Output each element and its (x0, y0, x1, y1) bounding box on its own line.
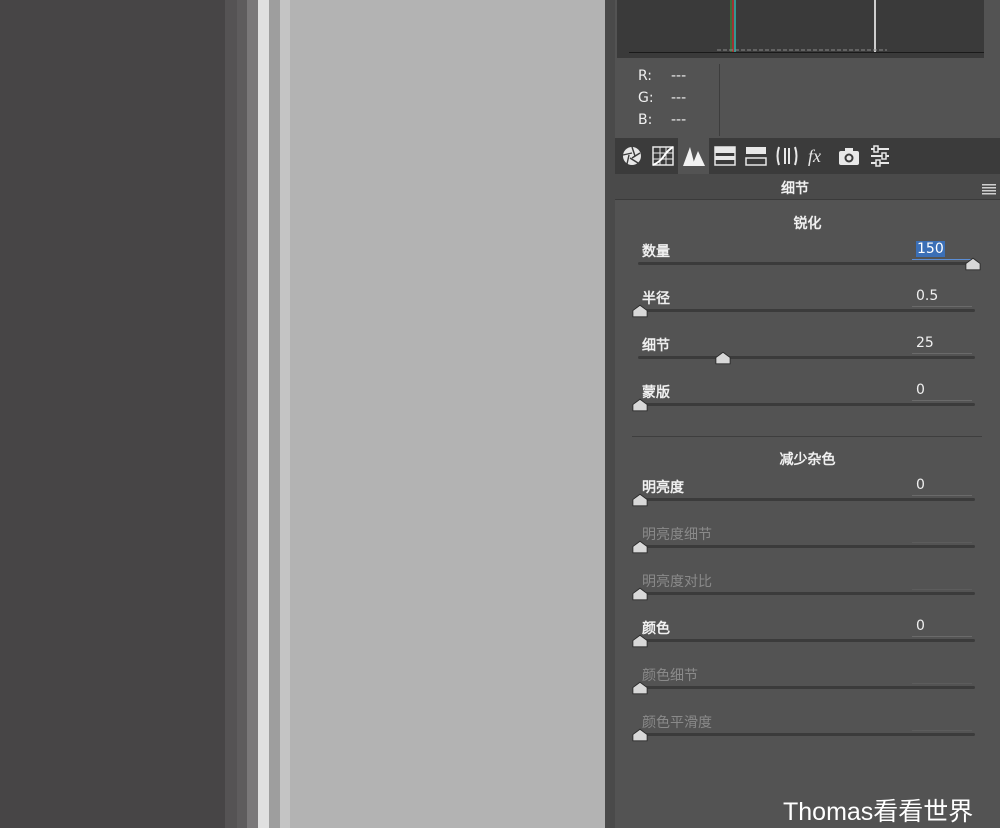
slider-value-text: 25 (916, 335, 934, 351)
panel-gutter (605, 0, 615, 828)
slider-label: 明亮度对比 (642, 574, 712, 590)
slider-thumb[interactable] (965, 257, 981, 271)
adjustment-panel: R: --- G: --- B: --- fx 细节 锐化 数量 150 半径 … (615, 0, 1000, 828)
hsl-icon (713, 146, 736, 166)
tab-detail[interactable] (678, 138, 709, 174)
red-readout: R: --- (638, 68, 686, 84)
tab-lens-corrections[interactable] (771, 138, 802, 174)
canvas-edge (247, 0, 258, 828)
tab-tone-curve[interactable] (647, 138, 678, 174)
slider-label: 明亮度 (642, 480, 684, 496)
slider-track[interactable] (638, 403, 975, 406)
slider-track[interactable] (638, 545, 975, 548)
detail-icon (682, 147, 705, 166)
slider-thumb[interactable] (632, 493, 648, 507)
slider-value-text: 0 (916, 477, 925, 493)
histogram (615, 0, 1000, 64)
slider-label: 数量 (642, 244, 670, 260)
slider-thumb[interactable] (632, 304, 648, 318)
lens-corrections-icon (776, 146, 797, 166)
readout-divider (719, 64, 720, 136)
tone-curve-icon (651, 146, 674, 166)
slider-value-text: 150 (916, 241, 945, 257)
slider-value-field[interactable]: 0 (912, 476, 972, 496)
canvas-edge (280, 0, 290, 828)
green-readout: G: --- (638, 90, 686, 106)
slider-value-field[interactable]: 0 (912, 617, 972, 637)
red-label: R: (638, 68, 653, 84)
rgb-readout: R: --- G: --- B: --- (615, 64, 1000, 138)
slider-thumb[interactable] (715, 351, 731, 365)
blue-readout: B: --- (638, 112, 686, 128)
slider-track[interactable] (638, 356, 975, 359)
tab-presets[interactable] (864, 138, 895, 174)
panel-title: 细节 (781, 181, 809, 197)
slider-value-field[interactable]: 0 (912, 381, 972, 401)
tab-split-toning[interactable] (740, 138, 771, 174)
slider-value-text: 0 (916, 618, 925, 634)
slider-value-text: 0.5 (916, 288, 939, 304)
slider-track[interactable] (638, 592, 975, 595)
slider-track[interactable] (638, 686, 975, 689)
split-toning-icon (744, 147, 767, 166)
slider-track[interactable] (638, 639, 975, 642)
slider-track[interactable] (638, 733, 975, 736)
blue-value: --- (671, 112, 687, 128)
slider-value-field[interactable] (912, 570, 972, 590)
watermark: Thomas看看世界 (783, 798, 974, 826)
slider-value-field[interactable] (912, 664, 972, 684)
slider-thumb[interactable] (632, 587, 648, 601)
slider-label: 明亮度细节 (642, 527, 712, 543)
aperture-icon (622, 146, 641, 165)
slider-thumb[interactable] (632, 728, 648, 742)
tab-hsl[interactable] (709, 138, 740, 174)
canvas-edge (258, 0, 269, 828)
histogram-graph (717, 0, 887, 52)
canvas-edge (225, 0, 237, 828)
tab-basic[interactable] (616, 138, 647, 174)
panel-menu-button[interactable] (982, 180, 996, 199)
green-label: G: (638, 90, 654, 106)
red-value: --- (671, 68, 687, 84)
slider-label: 细节 (642, 338, 670, 354)
section-divider (632, 436, 982, 437)
slider-value-field[interactable]: 25 (912, 334, 972, 354)
slider-value-field[interactable]: 0.5 (912, 287, 972, 307)
histogram-baseline (629, 52, 984, 53)
slider-label: 颜色平滑度 (642, 715, 712, 731)
slider-thumb[interactable] (632, 681, 648, 695)
slider-track[interactable] (638, 309, 975, 312)
sharpening-title: 锐化 (793, 216, 822, 232)
green-value: --- (671, 90, 687, 106)
histogram-plot (617, 0, 984, 58)
slider-value-field[interactable] (912, 711, 972, 731)
detail-panel-header: 细节 (615, 174, 1000, 200)
canvas-edge (269, 0, 280, 828)
tab-camera-calibration[interactable] (833, 138, 864, 174)
slider-thumb[interactable] (632, 398, 648, 412)
canvas-edge (237, 0, 247, 828)
blue-label: B: (638, 112, 653, 128)
slider-track[interactable] (638, 262, 975, 265)
slider-thumb[interactable] (632, 634, 648, 648)
slider-label: 颜色细节 (642, 668, 698, 684)
image-preview[interactable] (290, 0, 605, 828)
svg-text:fx: fx (808, 146, 821, 166)
noise-reduction-title: 减少杂色 (779, 452, 836, 468)
slider-thumb[interactable] (632, 540, 648, 554)
hamburger-menu-icon (982, 184, 996, 195)
slider-track[interactable] (638, 498, 975, 501)
slider-value-field[interactable]: 150 (912, 240, 972, 260)
slider-value-text: 0 (916, 382, 925, 398)
camera-calibration-icon (838, 148, 859, 165)
panel-tab-bar: fx (615, 138, 1000, 174)
canvas-background (0, 0, 225, 828)
presets-icon (870, 145, 889, 167)
slider-value-field[interactable] (912, 523, 972, 543)
fx-icon: fx (808, 146, 821, 166)
tab-effects[interactable]: fx (802, 138, 833, 174)
